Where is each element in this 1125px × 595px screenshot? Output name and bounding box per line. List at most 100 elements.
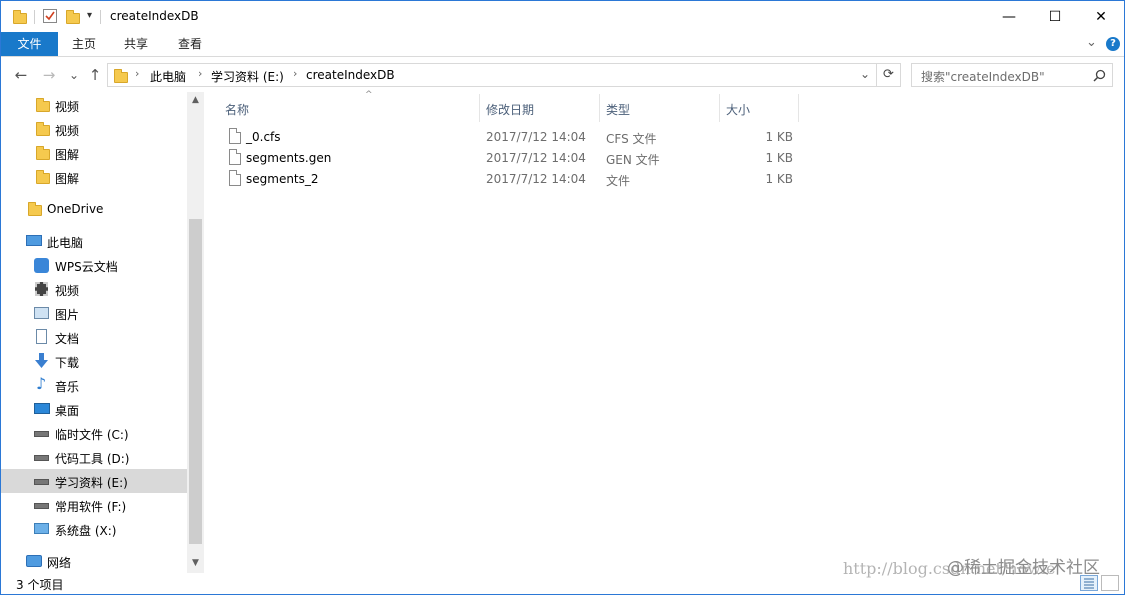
file-list: ^ 名称 修改日期 类型 大小 _0.cfs 2017/7/12 14:04 C… bbox=[205, 90, 1124, 573]
nav-item-downloads[interactable]: 下载 bbox=[1, 349, 187, 373]
column-header-label: 修改日期 bbox=[486, 103, 535, 117]
scroll-down-icon[interactable]: ▼ bbox=[187, 555, 204, 571]
nav-item-wps-cloud[interactable]: WPS云文档 bbox=[1, 253, 187, 277]
back-button[interactable]: ← bbox=[12, 66, 30, 84]
nav-item-drive-e[interactable]: 学习资料 (E:) bbox=[1, 469, 187, 493]
download-arrow-icon bbox=[35, 353, 48, 368]
tab-home[interactable]: 主页 bbox=[58, 32, 110, 56]
nav-item-this-pc[interactable]: 此电脑 bbox=[1, 229, 187, 253]
column-header-label: 类型 bbox=[606, 103, 631, 117]
column-divider[interactable] bbox=[599, 94, 600, 122]
nav-item-label: 下载 bbox=[55, 356, 80, 370]
address-row: ← → ⌄ ↑ › 此电脑 › 学习资料 (E:) › createIndexD… bbox=[1, 58, 1124, 91]
nav-item-label: 常用软件 (F:) bbox=[55, 500, 127, 514]
drive-icon bbox=[34, 455, 49, 461]
nav-item-drive-d[interactable]: 代码工具 (D:) bbox=[1, 445, 187, 469]
column-header-label: 大小 bbox=[726, 103, 751, 117]
nav-item-drive-c[interactable]: 临时文件 (C:) bbox=[1, 421, 187, 445]
search-input[interactable]: 搜索"createIndexDB" bbox=[921, 68, 1045, 85]
breadcrumb-drive-e[interactable]: 学习资料 (E:) bbox=[211, 68, 284, 85]
nav-item-label: WPS云文档 bbox=[55, 260, 118, 274]
watermark-community: @稀土掘金技术社区 bbox=[947, 558, 1100, 578]
breadcrumb-current-folder[interactable]: createIndexDB bbox=[306, 68, 395, 82]
file-size: 1 KB bbox=[765, 172, 793, 186]
file-type: 文件 bbox=[606, 174, 631, 188]
computer-icon bbox=[26, 235, 42, 246]
system-drive-icon bbox=[34, 523, 49, 534]
maximize-button[interactable]: ☐ bbox=[1032, 1, 1078, 32]
customize-quick-access-icon[interactable]: ▾ bbox=[87, 10, 92, 21]
video-icon bbox=[35, 282, 48, 296]
folder-icon bbox=[36, 98, 50, 112]
up-button[interactable]: ↑ bbox=[86, 66, 104, 84]
nav-item-drive-x[interactable]: 系统盘 (X:) bbox=[1, 517, 187, 541]
recent-locations-button[interactable]: ⌄ bbox=[65, 66, 83, 84]
column-header-type[interactable]: 类型 bbox=[606, 96, 721, 122]
refresh-button[interactable]: ⟳ bbox=[877, 63, 901, 87]
column-divider[interactable] bbox=[479, 94, 480, 122]
pictures-icon bbox=[34, 307, 49, 319]
network-icon bbox=[26, 555, 42, 567]
nav-item-network[interactable]: 网络 bbox=[1, 549, 187, 573]
maximize-icon: ☐ bbox=[1048, 8, 1062, 25]
nav-item-quick-diagram-1[interactable]: 图解 bbox=[1, 141, 187, 165]
tab-view[interactable]: 查看 bbox=[162, 32, 218, 56]
nav-item-desktop[interactable]: 桌面 bbox=[1, 397, 187, 421]
breadcrumb-separator-icon: › bbox=[198, 67, 203, 80]
title-bar: ▾ createIndexDB — ☐ ✕ bbox=[1, 1, 1124, 32]
address-bar[interactable]: › 此电脑 › 学习资料 (E:) › createIndexDB ⌄ bbox=[107, 63, 877, 87]
nav-item-quick-video-1[interactable]: 视频 bbox=[1, 93, 187, 117]
nav-item-onedrive[interactable]: OneDrive bbox=[1, 197, 187, 221]
breadcrumb-separator-icon: › bbox=[135, 67, 140, 80]
file-icon bbox=[229, 170, 241, 186]
nav-item-documents[interactable]: 文档 bbox=[1, 325, 187, 349]
desktop-icon bbox=[34, 403, 50, 414]
file-type: CFS 文件 bbox=[606, 132, 657, 146]
column-header-size[interactable]: 大小 bbox=[726, 96, 799, 122]
nav-item-quick-diagram-2[interactable]: 图解 bbox=[1, 165, 187, 189]
file-size: 1 KB bbox=[765, 151, 793, 165]
documents-icon bbox=[36, 329, 47, 344]
properties-icon[interactable] bbox=[43, 9, 57, 23]
nav-item-drive-f[interactable]: 常用软件 (F:) bbox=[1, 493, 187, 517]
file-row[interactable]: _0.cfs 2017/7/12 14:04 CFS 文件 1 KB bbox=[221, 127, 921, 148]
file-date: 2017/7/12 14:04 bbox=[486, 130, 586, 144]
nav-item-pictures[interactable]: 图片 bbox=[1, 301, 187, 325]
search-box[interactable]: 搜索"createIndexDB" bbox=[911, 63, 1113, 87]
scroll-thumb[interactable] bbox=[189, 219, 202, 544]
file-row[interactable]: segments.gen 2017/7/12 14:04 GEN 文件 1 KB bbox=[221, 148, 921, 169]
ribbon-expand-icon[interactable]: ⌄ bbox=[1086, 35, 1097, 50]
help-icon[interactable]: ? bbox=[1106, 37, 1120, 51]
column-divider[interactable] bbox=[719, 94, 720, 122]
tab-share[interactable]: 共享 bbox=[110, 32, 162, 56]
nav-item-label: 文档 bbox=[55, 332, 80, 346]
title-separator bbox=[34, 10, 35, 24]
nav-item-music[interactable]: ♪ 音乐 bbox=[1, 373, 187, 397]
close-button[interactable]: ✕ bbox=[1078, 1, 1124, 32]
nav-item-quick-video-2[interactable]: 视频 bbox=[1, 117, 187, 141]
column-header-date[interactable]: 修改日期 bbox=[486, 96, 601, 122]
column-divider[interactable] bbox=[798, 94, 799, 122]
nav-item-label: 视频 bbox=[55, 284, 80, 298]
drive-icon bbox=[34, 431, 49, 437]
column-header-name[interactable]: ^ 名称 bbox=[225, 90, 480, 122]
title-separator bbox=[100, 10, 101, 24]
nav-scrollbar[interactable]: ▲ ▼ bbox=[187, 92, 204, 573]
nav-item-label: 此电脑 bbox=[47, 236, 84, 250]
file-type: GEN 文件 bbox=[606, 153, 660, 167]
nav-item-label: 临时文件 (C:) bbox=[55, 428, 129, 442]
explorer-window: ▾ createIndexDB — ☐ ✕ 文件 主页 共享 查看 ⌄ ? ← … bbox=[0, 0, 1125, 595]
nav-item-videos[interactable]: 视频 bbox=[1, 277, 187, 301]
tab-file[interactable]: 文件 bbox=[1, 32, 58, 56]
minimize-button[interactable]: — bbox=[986, 1, 1032, 32]
breadcrumb-this-pc[interactable]: 此电脑 bbox=[150, 68, 186, 85]
scroll-up-icon[interactable]: ▲ bbox=[187, 92, 204, 108]
new-folder-icon[interactable] bbox=[66, 10, 80, 24]
file-row[interactable]: segments_2 2017/7/12 14:04 文件 1 KB bbox=[221, 169, 921, 190]
forward-button[interactable]: → bbox=[40, 66, 58, 84]
nav-item-label: 视频 bbox=[55, 100, 80, 114]
navigation-pane: 视频 视频 图解 图解 OneDrive 此电脑 WPS云文档 视频 图片 文档… bbox=[1, 92, 204, 573]
address-dropdown-icon[interactable]: ⌄ bbox=[860, 67, 870, 81]
refresh-icon: ⟳ bbox=[883, 67, 894, 82]
large-icons-view-icon[interactable] bbox=[1101, 575, 1119, 591]
